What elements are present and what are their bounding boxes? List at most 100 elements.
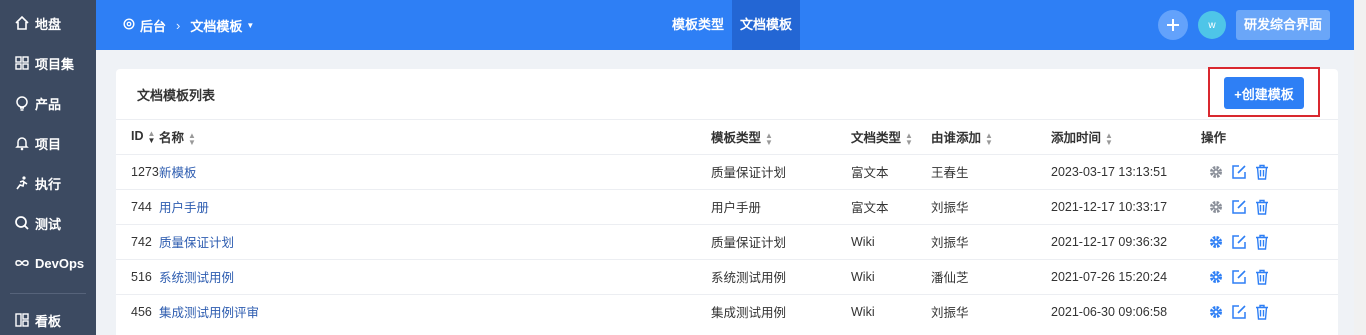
- row-template-type: 集成测试用例: [711, 293, 851, 329]
- sidebar-item-label: 项目集: [35, 56, 75, 72]
- sidebar-item-label: DevOps: [35, 255, 85, 271]
- trash-icon[interactable]: [1253, 163, 1271, 181]
- row-template-type: 系统测试用例: [711, 258, 851, 294]
- row-name-link[interactable]: 用户手册: [159, 188, 711, 224]
- row-actions: [1201, 258, 1338, 294]
- header-tabs: 模板类型 文档模板: [664, 0, 801, 50]
- sidebar-item-test[interactable]: 测试: [0, 203, 96, 243]
- table-header-row: ID ▲ ▼ 名称 ▲ ▼ 模板类型 ▲ ▼ 文档类型 ▲ ▼ 由谁添加 ▲ ▼ 添加时间 ▲ ▼ 操作: [116, 120, 1338, 154]
- col-header-time[interactable]: 添加时间 ▲ ▼: [1051, 120, 1201, 154]
- row-id: 516: [116, 258, 159, 294]
- edit-icon[interactable]: [1230, 268, 1248, 286]
- col-header-actions: 操作: [1201, 131, 1227, 146]
- sort-icon: ▲ ▼: [1105, 130, 1113, 147]
- sidebar-item-kanban[interactable]: 看板: [0, 300, 61, 335]
- plus-icon: [1166, 19, 1179, 31]
- gear-icon[interactable]: [1207, 268, 1225, 286]
- row-time: 2021-12-17 10:33:17: [1051, 188, 1201, 224]
- sort-icon: ▲ ▼: [765, 130, 773, 147]
- caret-down-icon[interactable]: ▼: [246, 21, 254, 30]
- template-table: ID ▲ ▼ 名称 ▲ ▼ 模板类型 ▲ ▼ 文档类型 ▲ ▼ 由谁添加 ▲ ▼ 添加时间 ▲ ▼ 操作…: [116, 120, 1338, 329]
- infinity-icon: [14, 255, 30, 271]
- trash-icon[interactable]: [1253, 268, 1271, 286]
- row-id: 1273: [116, 153, 159, 189]
- breadcrumb: 后台 › 文档模板 ▼: [122, 0, 254, 50]
- col-header-doc-type[interactable]: 文档类型 ▲ ▼: [851, 120, 931, 154]
- trash-icon[interactable]: [1253, 233, 1271, 251]
- row-doc-type: 富文本: [851, 188, 931, 224]
- sidebar-item-program[interactable]: 项目集: [0, 43, 96, 83]
- lightbulb-icon: [14, 95, 30, 111]
- breadcrumb-root[interactable]: 后台: [140, 16, 166, 35]
- row-name-link[interactable]: 集成测试用例评审: [159, 293, 711, 329]
- create-plus-button[interactable]: [1157, 10, 1188, 40]
- col-header-name[interactable]: 名称 ▲ ▼: [159, 120, 711, 154]
- sort-icon: ▲ ▼: [905, 130, 913, 147]
- sidebar-item-project[interactable]: 项目: [0, 123, 96, 163]
- row-id: 744: [116, 188, 159, 224]
- row-template-type: 质量保证计划: [711, 153, 851, 189]
- tab-template-type[interactable]: 模板类型: [664, 0, 732, 50]
- trash-icon[interactable]: [1253, 303, 1271, 321]
- gear-icon[interactable]: [1207, 303, 1225, 321]
- sidebar-item-devops[interactable]: DevOps: [0, 243, 96, 283]
- gear-icon: [122, 17, 140, 34]
- sidebar-item-label: 执行: [35, 176, 62, 192]
- sidebar-item-label: 测试: [35, 216, 62, 232]
- sidebar-item-label: 看板: [35, 313, 62, 329]
- trash-icon[interactable]: [1253, 198, 1271, 216]
- table-row: 516 系统测试用例 系统测试用例 Wiki 潘仙芝 2021-07-26 15…: [116, 258, 1338, 294]
- col-header-template-type[interactable]: 模板类型 ▲ ▼: [711, 120, 851, 154]
- sidebar-item-label: 地盘: [35, 16, 62, 32]
- grid-icon: [14, 55, 30, 71]
- top-header: 后台 › 文档模板 ▼ 模板类型 文档模板 w 研发综合界面: [96, 0, 1354, 50]
- row-actions: [1201, 223, 1338, 259]
- col-header-creator[interactable]: 由谁添加 ▲ ▼: [931, 120, 1051, 154]
- sidebar-item-label: 产品: [35, 96, 62, 112]
- row-doc-type: 富文本: [851, 153, 931, 189]
- row-time: 2021-07-26 15:20:24: [1051, 258, 1201, 294]
- highlight-box: +创建模板: [1208, 67, 1320, 117]
- row-creator: 刘振华: [931, 223, 1051, 259]
- row-time: 2023-03-17 13:13:51: [1051, 153, 1201, 189]
- gear-icon[interactable]: [1207, 163, 1225, 181]
- edit-icon[interactable]: [1230, 163, 1248, 181]
- row-creator: 潘仙芝: [931, 258, 1051, 294]
- row-template-type: 用户手册: [711, 188, 851, 224]
- breadcrumb-current[interactable]: 文档模板: [190, 16, 242, 35]
- home-icon: [14, 15, 30, 31]
- row-doc-type: Wiki: [851, 223, 931, 259]
- row-doc-type: Wiki: [851, 293, 931, 329]
- page-scrollbar[interactable]: [1354, 0, 1366, 335]
- row-actions: [1201, 153, 1338, 189]
- sidebar-divider: [10, 293, 86, 294]
- search-icon: [14, 215, 30, 231]
- sort-icon: ▲ ▼: [985, 130, 993, 147]
- row-name-link[interactable]: 质量保证计划: [159, 223, 711, 259]
- row-name-link[interactable]: 系统测试用例: [159, 258, 711, 294]
- edit-icon[interactable]: [1230, 233, 1248, 251]
- tab-doc-template[interactable]: 文档模板: [732, 0, 801, 50]
- template-list-card: 文档模板列表 +创建模板 ID ▲ ▼ 名称 ▲ ▼ 模板类型 ▲ ▼ 文档类型 ▲ ▼ 由谁添…: [116, 67, 1338, 335]
- create-template-button[interactable]: +创建模板: [1224, 77, 1304, 109]
- rd-interface-button[interactable]: 研发综合界面: [1235, 10, 1330, 40]
- gear-icon[interactable]: [1207, 198, 1225, 216]
- table-row: 744 用户手册 用户手册 富文本 刘振华 2021-12-17 10:33:1…: [116, 188, 1338, 224]
- avatar[interactable]: w: [1197, 11, 1226, 39]
- row-template-type: 质量保证计划: [711, 223, 851, 259]
- gear-icon[interactable]: [1207, 233, 1225, 251]
- edit-icon[interactable]: [1230, 303, 1248, 321]
- table-row: 742 质量保证计划 质量保证计划 Wiki 刘振华 2021-12-17 09…: [116, 223, 1338, 259]
- row-name-link[interactable]: 新模板: [159, 153, 711, 189]
- row-creator: 刘振华: [931, 293, 1051, 329]
- sidebar-item-product[interactable]: 产品: [0, 83, 96, 123]
- row-id: 456: [116, 293, 159, 329]
- sidebar-item-dashboard[interactable]: 地盘: [0, 3, 96, 43]
- col-header-id[interactable]: ID ▲ ▼: [116, 120, 159, 154]
- edit-icon[interactable]: [1230, 198, 1248, 216]
- sidebar-item-execution[interactable]: 执行: [0, 163, 96, 203]
- header-actions: w 研发综合界面: [1157, 10, 1330, 40]
- sort-desc-icon: ▲ ▼: [147, 129, 156, 146]
- row-creator: 王春生: [931, 153, 1051, 189]
- row-actions: [1201, 293, 1338, 329]
